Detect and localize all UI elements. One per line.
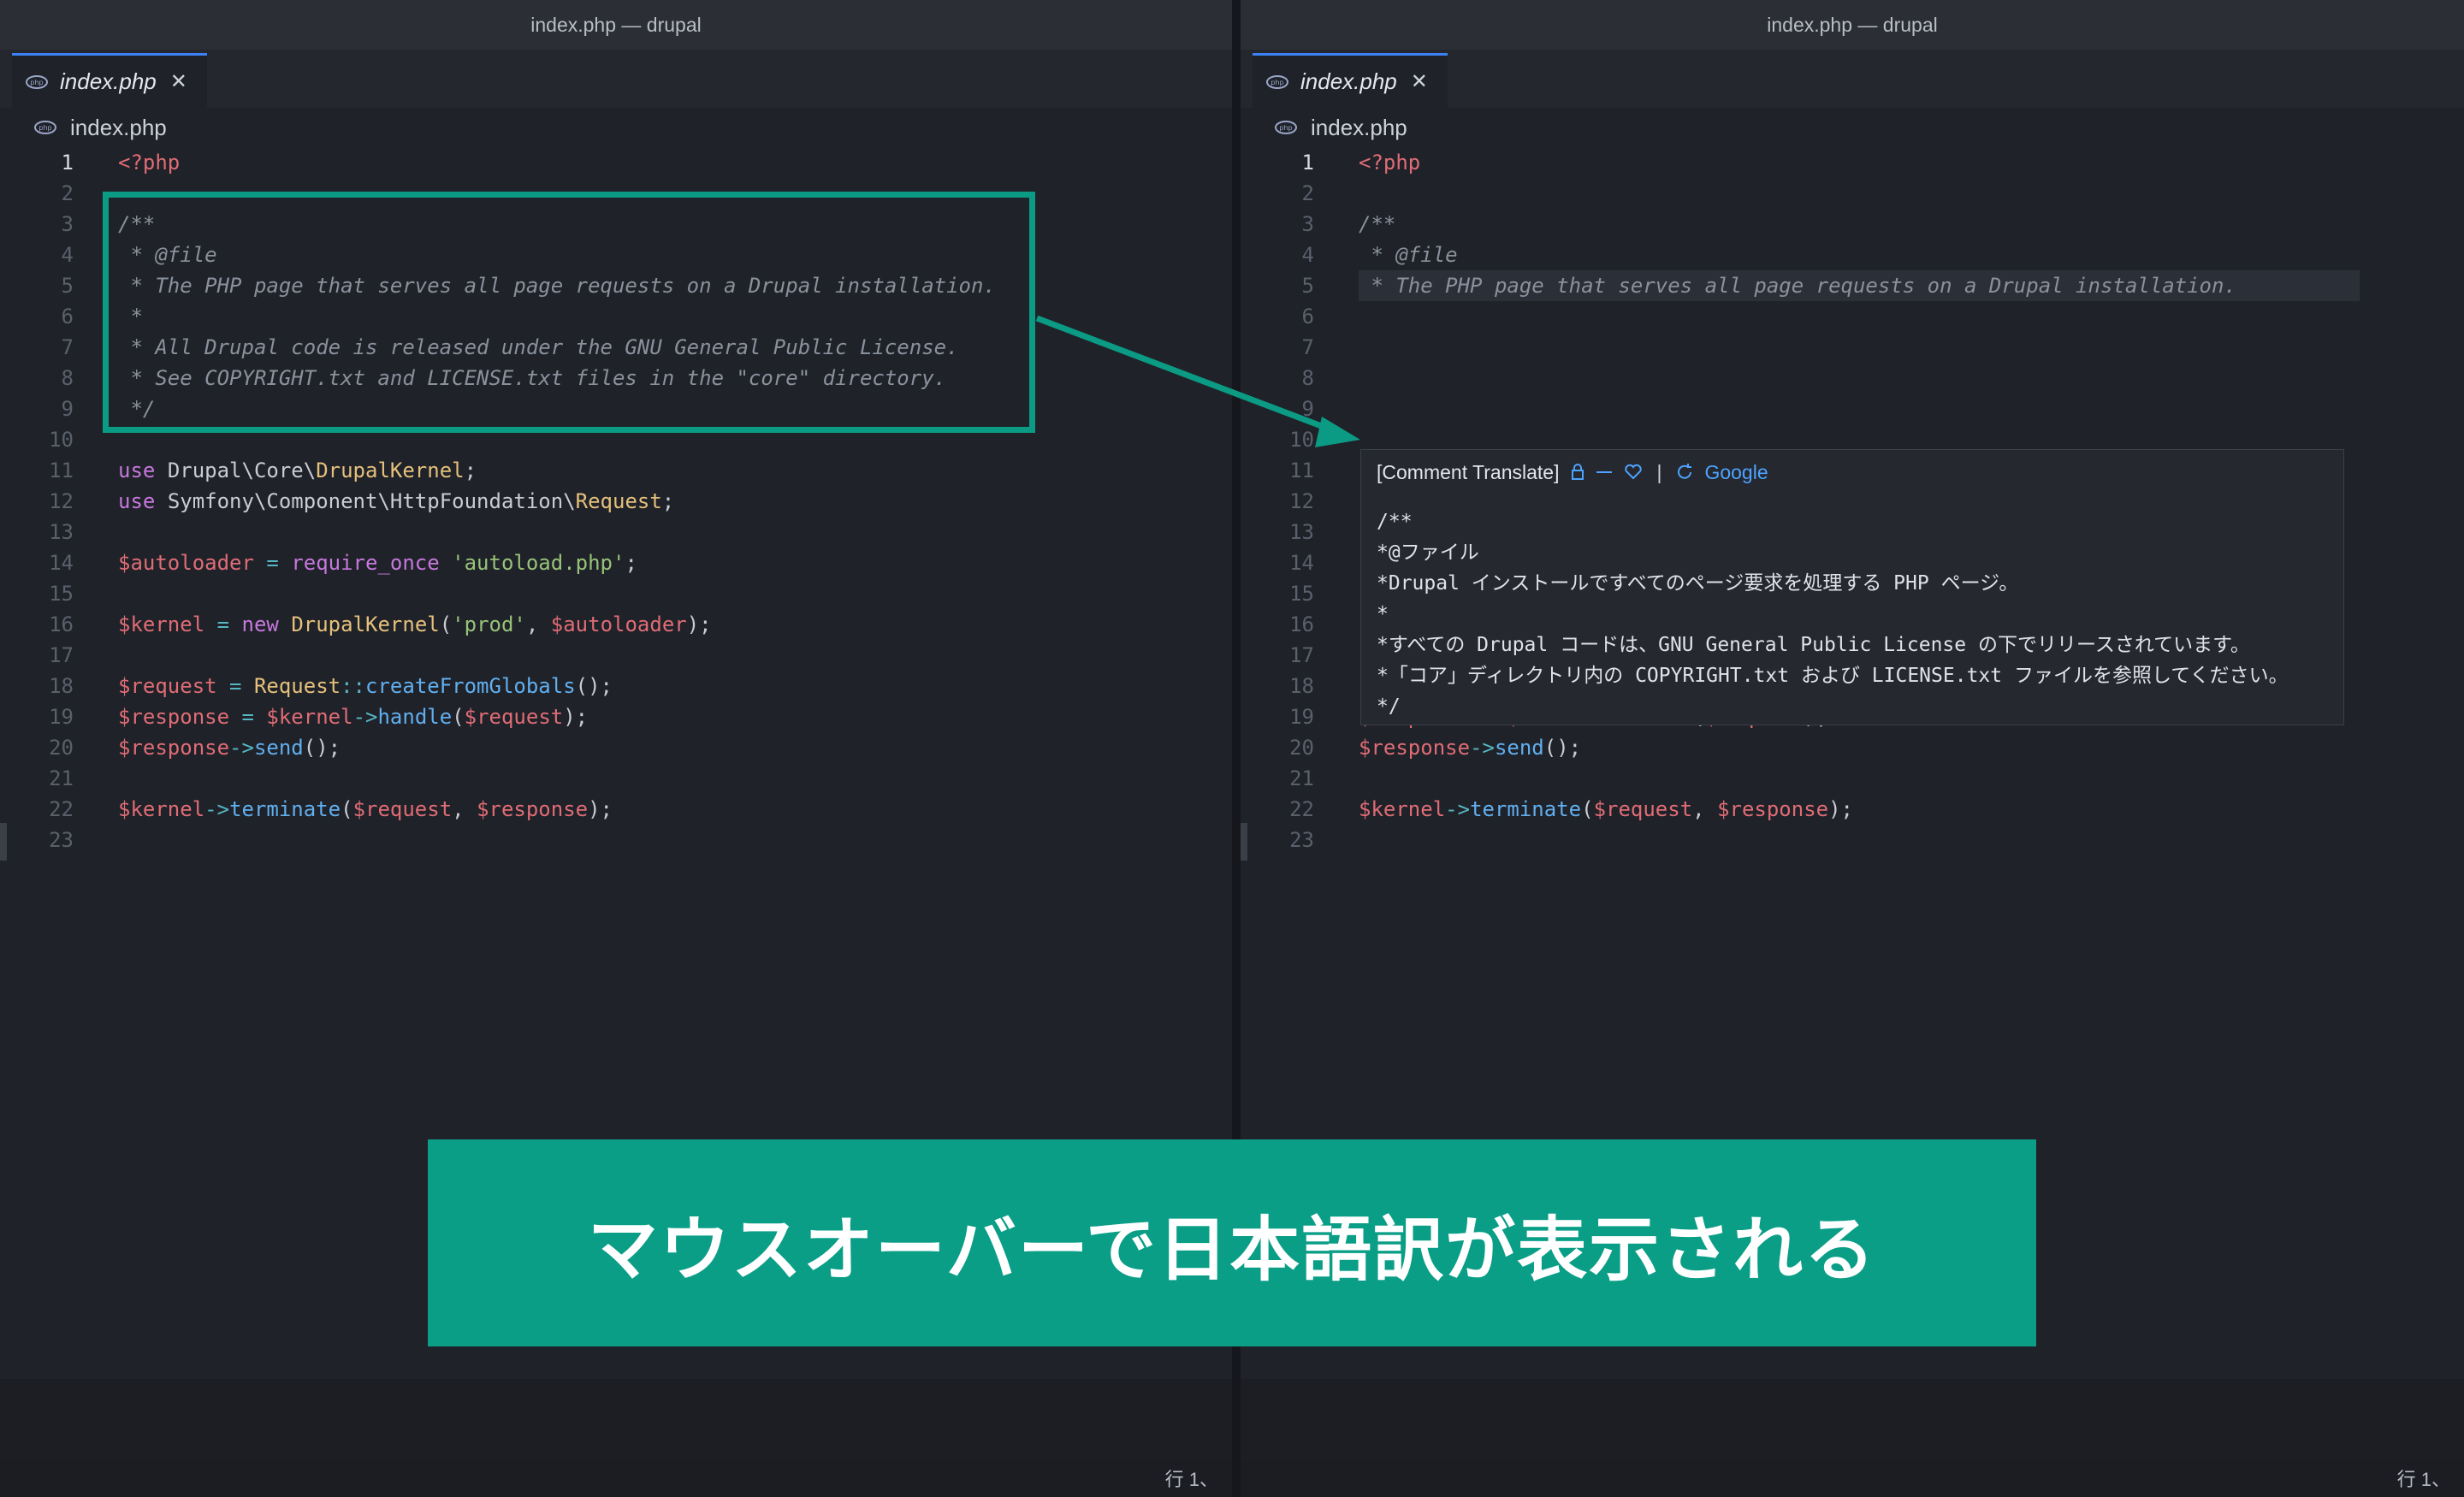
- arrow-shaft: [1035, 315, 1332, 433]
- caption-banner: マウスオーバーで日本語訳が表示される: [428, 1139, 2036, 1346]
- caption-text: マウスオーバーで日本語訳が表示される: [587, 1209, 1877, 1291]
- arrow-head-icon: [1315, 417, 1360, 447]
